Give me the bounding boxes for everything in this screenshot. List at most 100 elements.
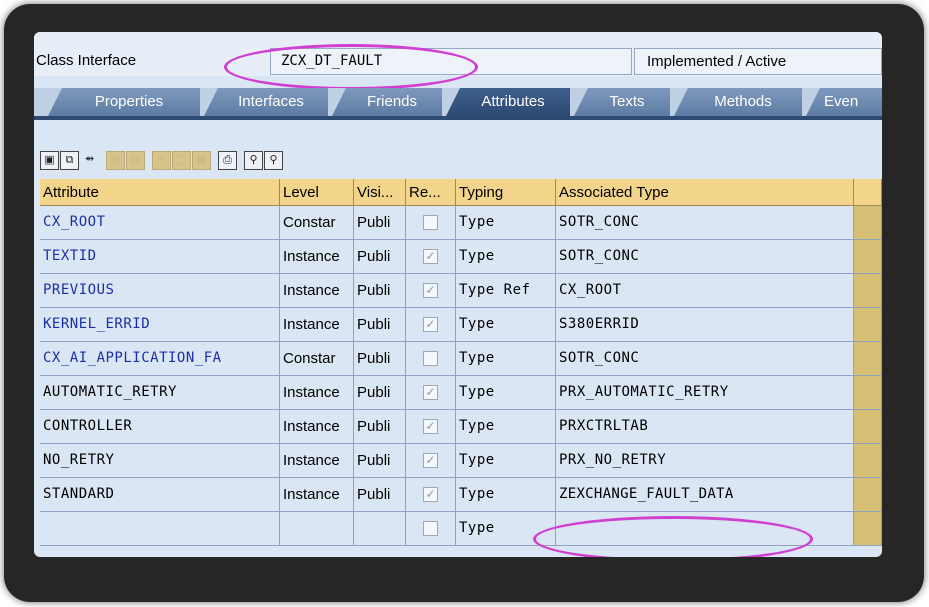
readonly-checkbox[interactable]: ✓: [423, 249, 438, 264]
find-icon[interactable]: ⚲: [244, 151, 263, 170]
readonly-checkbox[interactable]: ✓: [423, 385, 438, 400]
level-cell[interactable]: Instance: [280, 274, 354, 308]
visibility-cell[interactable]: Publi: [354, 342, 406, 376]
visibility-cell[interactable]: [354, 512, 406, 546]
tab-texts[interactable]: Texts: [574, 88, 670, 116]
table-row[interactable]: PREVIOUS Instance Publi ✓ Type Ref CX_ROOT: [40, 274, 882, 308]
tab-friends[interactable]: Friends: [332, 88, 442, 116]
visibility-cell[interactable]: Publi: [354, 410, 406, 444]
tab-properties[interactable]: Properties: [48, 88, 200, 116]
typing-cell[interactable]: Type: [456, 444, 556, 478]
readonly-checkbox[interactable]: [423, 521, 438, 536]
tab-methods[interactable]: Methods: [674, 88, 802, 116]
level-cell[interactable]: Instance: [280, 444, 354, 478]
column-header-typing[interactable]: Typing: [456, 179, 556, 206]
associated-type-cell[interactable]: PRX_NO_RETRY: [556, 444, 854, 478]
attribute-cell[interactable]: CONTROLLER: [40, 410, 280, 444]
readonly-checkbox[interactable]: ✓: [423, 419, 438, 434]
associated-type-cell[interactable]: SOTR_CONC: [556, 342, 854, 376]
readonly-cell: ✓: [406, 376, 456, 410]
typing-cell[interactable]: Type: [456, 478, 556, 512]
typing-cell[interactable]: Type: [456, 308, 556, 342]
detail-button[interactable]: [854, 512, 882, 546]
level-cell[interactable]: Instance: [280, 478, 354, 512]
table-row[interactable]: NO_RETRY Instance Publi ✓ Type PRX_NO_RETRY: [40, 444, 882, 478]
typing-cell[interactable]: Type Ref: [456, 274, 556, 308]
detail-button[interactable]: [854, 478, 882, 512]
column-header-attribute[interactable]: Attribute: [40, 179, 280, 206]
level-cell[interactable]: Constar: [280, 342, 354, 376]
level-cell[interactable]: Instance: [280, 376, 354, 410]
associated-type-cell[interactable]: CX_ROOT: [556, 274, 854, 308]
attribute-cell[interactable]: TEXTID: [40, 240, 280, 274]
attribute-cell[interactable]: NO_RETRY: [40, 444, 280, 478]
level-cell[interactable]: Instance: [280, 410, 354, 444]
detail-button[interactable]: [854, 342, 882, 376]
visibility-cell[interactable]: Publi: [354, 206, 406, 240]
readonly-checkbox[interactable]: ✓: [423, 283, 438, 298]
level-cell[interactable]: Instance: [280, 240, 354, 274]
readonly-checkbox[interactable]: [423, 351, 438, 366]
attribute-cell[interactable]: AUTOMATIC_RETRY: [40, 376, 280, 410]
associated-type-cell[interactable]: SOTR_CONC: [556, 206, 854, 240]
table-row[interactable]: CX_ROOT Constar Publi Type SOTR_CONC: [40, 206, 882, 240]
column-header-visibility[interactable]: Visi...: [354, 179, 406, 206]
navigate-icon[interactable]: ⇴: [80, 151, 99, 170]
detail-button[interactable]: [854, 206, 882, 240]
associated-type-cell[interactable]: ZEXCHANGE_FAULT_DATA: [556, 478, 854, 512]
associated-type-cell[interactable]: PRXCTRLTAB: [556, 410, 854, 444]
save-icon[interactable]: ▣: [40, 151, 59, 170]
attribute-cell[interactable]: KERNEL_ERRID: [40, 308, 280, 342]
table-row[interactable]: CX_AI_APPLICATION_FA Constar Publi Type SOTR…: [40, 342, 882, 376]
visibility-cell[interactable]: Publi: [354, 274, 406, 308]
level-cell[interactable]: Constar: [280, 206, 354, 240]
column-header-associated-type[interactable]: Associated Type: [556, 179, 854, 206]
associated-type-cell[interactable]: S380ERRID: [556, 308, 854, 342]
table-row[interactable]: STANDARD Instance Publi ✓ Type ZEXCHANGE_FAUL…: [40, 478, 882, 512]
associated-type-cell[interactable]: SOTR_CONC: [556, 240, 854, 274]
print-icon[interactable]: ⎙: [218, 151, 237, 170]
readonly-cell: [406, 512, 456, 546]
column-header-readonly[interactable]: Re...: [406, 179, 456, 206]
column-header-level[interactable]: Level: [280, 179, 354, 206]
visibility-cell[interactable]: Publi: [354, 444, 406, 478]
attribute-cell[interactable]: CX_ROOT: [40, 206, 280, 240]
visibility-cell[interactable]: Publi: [354, 376, 406, 410]
table-row[interactable]: CONTROLLER Instance Publi ✓ Type PRXCTRLTAB: [40, 410, 882, 444]
typing-cell[interactable]: Type: [456, 376, 556, 410]
typing-cell[interactable]: Type: [456, 342, 556, 376]
attribute-cell[interactable]: STANDARD: [40, 478, 280, 512]
level-cell[interactable]: Instance: [280, 308, 354, 342]
readonly-checkbox[interactable]: [423, 215, 438, 230]
level-cell[interactable]: [280, 512, 354, 546]
attribute-cell[interactable]: CX_AI_APPLICATION_FA: [40, 342, 280, 376]
visibility-cell[interactable]: Publi: [354, 478, 406, 512]
visibility-cell[interactable]: Publi: [354, 308, 406, 342]
annotation-ellipse-class: [224, 44, 478, 90]
associated-type-cell[interactable]: PRX_AUTOMATIC_RETRY: [556, 376, 854, 410]
typing-cell[interactable]: Type: [456, 410, 556, 444]
table-row[interactable]: KERNEL_ERRID Instance Publi ✓ Type S380ERRID: [40, 308, 882, 342]
detail-button[interactable]: [854, 308, 882, 342]
detail-button[interactable]: [854, 376, 882, 410]
attribute-cell[interactable]: [40, 512, 280, 546]
detail-button[interactable]: [854, 444, 882, 478]
tab-attributes[interactable]: Attributes: [446, 88, 570, 116]
detail-button[interactable]: [854, 274, 882, 308]
readonly-checkbox[interactable]: ✓: [423, 317, 438, 332]
typing-cell[interactable]: Type: [456, 206, 556, 240]
typing-cell[interactable]: Type: [456, 240, 556, 274]
readonly-checkbox[interactable]: ✓: [423, 487, 438, 502]
table-row[interactable]: AUTOMATIC_RETRY Instance Publi ✓ Type PRX_AUT…: [40, 376, 882, 410]
visibility-cell[interactable]: Publi: [354, 240, 406, 274]
readonly-cell: ✓: [406, 240, 456, 274]
tab-interfaces[interactable]: Interfaces: [204, 88, 328, 116]
find-next-icon[interactable]: ⚲: [264, 151, 283, 170]
readonly-checkbox[interactable]: ✓: [423, 453, 438, 468]
attribute-cell[interactable]: PREVIOUS: [40, 274, 280, 308]
detail-button[interactable]: [854, 240, 882, 274]
copy-icon[interactable]: ⧉: [60, 151, 79, 170]
tab-events[interactable]: Even: [806, 88, 882, 116]
table-row[interactable]: TEXTID Instance Publi ✓ Type SOTR_CONC: [40, 240, 882, 274]
detail-button[interactable]: [854, 410, 882, 444]
